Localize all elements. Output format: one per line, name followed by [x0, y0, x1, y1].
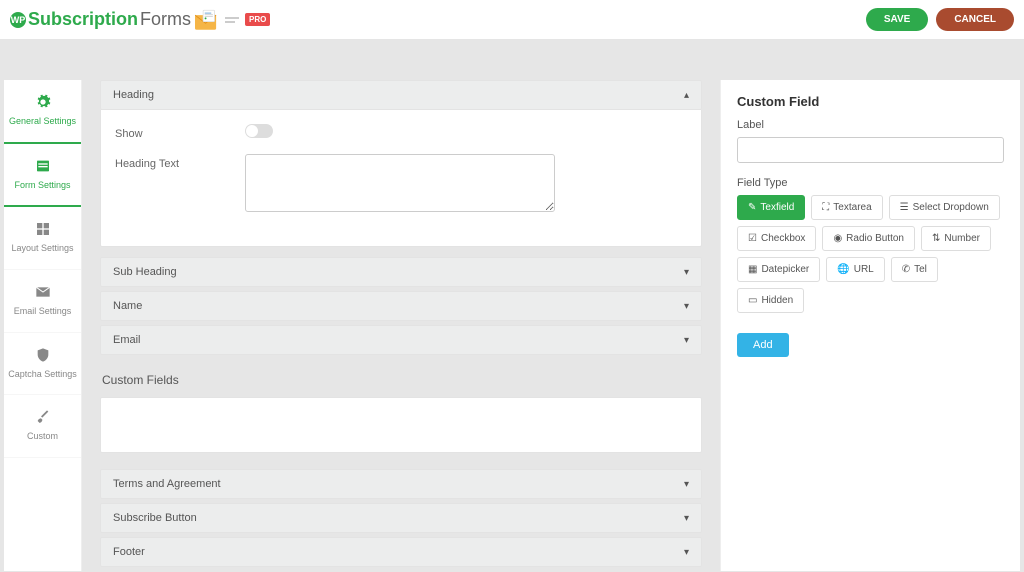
logo-lines-icon: [225, 17, 239, 23]
logo-word-2: Forms: [140, 9, 191, 30]
logo-word-1: Subscription: [28, 9, 138, 30]
field-type-select-dropdown[interactable]: ☰ Select Dropdown: [889, 195, 1000, 220]
chevron-up-icon: ▴: [684, 90, 689, 101]
field-type-label-text: Textarea: [833, 202, 871, 213]
field-type-grid: ✎ Texfield ⛶ Textarea ☰ Select Dropdown ☑ Ch…: [737, 195, 1004, 313]
sidebar-item-email-settings[interactable]: Email Settings: [4, 270, 81, 333]
field-type-textarea[interactable]: ⛶ Textarea: [811, 195, 882, 220]
field-type-label-text: Number: [944, 233, 980, 244]
form-icon: [35, 158, 51, 174]
field-type-checkbox[interactable]: ☑ Checkbox: [737, 226, 816, 251]
sidebar-item-custom[interactable]: Custom: [4, 395, 81, 458]
save-button[interactable]: SAVE: [866, 8, 929, 31]
accordion-title: Footer: [113, 546, 145, 558]
layout-icon: [35, 221, 51, 237]
custom-fields-dropzone[interactable]: [100, 397, 702, 453]
header-actions: SAVE CANCEL: [866, 8, 1014, 31]
sidebar-item-general-settings[interactable]: General Settings: [4, 80, 81, 144]
accordion-title: Email: [113, 334, 141, 346]
email-icon: [35, 284, 51, 300]
row-show: Show: [115, 124, 687, 140]
sidebar-item-captcha-settings[interactable]: Captcha Settings: [4, 333, 81, 396]
sidebar: General Settings Form Settings Layout Se…: [4, 80, 82, 571]
field-type-datepicker[interactable]: ▦ Datepicker: [737, 257, 820, 282]
envelope-icon: [195, 9, 221, 31]
custom-fields-title: Custom Fields: [102, 373, 702, 387]
globe-icon: 🌐: [837, 264, 849, 275]
accordion-title: Terms and Agreement: [113, 478, 221, 490]
content: General Settings Form Settings Layout Se…: [0, 60, 1024, 571]
field-type-hidden[interactable]: ▭ Hidden: [737, 288, 804, 313]
field-type-textfield[interactable]: ✎ Texfield: [737, 195, 805, 220]
sidebar-item-label: Captcha Settings: [8, 369, 77, 381]
sidebar-item-label: Form Settings: [14, 180, 70, 192]
accordion-footer[interactable]: Footer ▾: [100, 537, 702, 567]
show-label: Show: [115, 124, 245, 140]
row-heading-text: Heading Text: [115, 154, 687, 212]
sidebar-item-form-settings[interactable]: Form Settings: [4, 144, 81, 208]
accordion-subscribe-button[interactable]: Subscribe Button ▾: [100, 503, 702, 533]
field-type-label-text: Texfield: [760, 202, 794, 213]
sidebar-item-label: Custom: [27, 431, 58, 443]
pro-badge: PRO: [245, 13, 270, 26]
heading-text-label: Heading Text: [115, 154, 245, 170]
right-panel: Custom Field Label Field Type ✎ Texfield …: [720, 80, 1020, 571]
brush-icon: [35, 409, 51, 425]
sidebar-item-layout-settings[interactable]: Layout Settings: [4, 207, 81, 270]
add-button[interactable]: Add: [737, 333, 789, 357]
field-type-label-text: Select Dropdown: [913, 202, 989, 213]
field-type-label-text: URL: [854, 264, 874, 275]
accordion-email[interactable]: Email ▾: [100, 325, 702, 355]
chevron-down-icon: ▾: [684, 547, 689, 558]
accordion-heading-body: Show Heading Text: [100, 110, 702, 247]
accordion-title: Name: [113, 300, 142, 312]
chevron-down-icon: ▾: [684, 513, 689, 524]
field-type-number[interactable]: ⇅ Number: [921, 226, 991, 251]
checkbox-icon: ☑: [748, 233, 757, 244]
field-type-label-text: Tel: [914, 264, 927, 275]
accordion-sub-heading[interactable]: Sub Heading ▾: [100, 257, 702, 287]
expand-icon: ⛶: [822, 202, 829, 213]
accordion-title: Sub Heading: [113, 266, 177, 278]
field-type-tel[interactable]: ✆ Tel: [891, 257, 938, 282]
chevron-down-icon: ▾: [684, 301, 689, 312]
calendar-icon: ▦: [748, 264, 757, 275]
wp-badge-icon: WP: [10, 12, 26, 28]
heading-text-textarea[interactable]: [245, 154, 555, 212]
accordion-title: Subscribe Button: [113, 512, 197, 524]
label-label: Label: [737, 119, 1004, 131]
field-type-label-text: Hidden: [761, 295, 793, 306]
chevron-down-icon: ▾: [684, 267, 689, 278]
accordion-name[interactable]: Name ▾: [100, 291, 702, 321]
dropdown-icon: ☰: [900, 202, 909, 213]
radio-icon: ◉: [833, 233, 842, 244]
field-type-url[interactable]: 🌐 URL: [826, 257, 884, 282]
gear-icon: [35, 94, 51, 110]
field-type-label: Field Type: [737, 177, 1004, 189]
number-icon: ⇅: [932, 233, 940, 244]
cancel-button[interactable]: CANCEL: [936, 8, 1014, 31]
phone-icon: ✆: [902, 264, 910, 275]
accordion-terms[interactable]: Terms and Agreement ▾: [100, 469, 702, 499]
field-type-label-text: Datepicker: [761, 264, 809, 275]
main-column: Heading ▴ Show Heading Text Sub Heading …: [100, 80, 702, 571]
field-type-label-text: Radio Button: [846, 233, 904, 244]
label-input[interactable]: [737, 137, 1004, 163]
custom-field-title: Custom Field: [737, 94, 1004, 109]
field-type-label-text: Checkbox: [761, 233, 805, 244]
accordion-heading[interactable]: Heading ▴: [100, 80, 702, 110]
header: WP Subscription Forms PRO SAVE CANCEL: [0, 0, 1024, 40]
sidebar-item-label: General Settings: [9, 116, 76, 128]
field-type-radio-button[interactable]: ◉ Radio Button: [822, 226, 915, 251]
hidden-icon: ▭: [748, 295, 757, 306]
sidebar-item-label: Email Settings: [14, 306, 72, 318]
show-toggle[interactable]: [245, 124, 273, 138]
accordion-title: Heading: [113, 89, 154, 101]
shield-icon: [35, 347, 51, 363]
chevron-down-icon: ▾: [684, 335, 689, 346]
sidebar-item-label: Layout Settings: [11, 243, 73, 255]
edit-icon: ✎: [748, 202, 756, 213]
chevron-down-icon: ▾: [684, 479, 689, 490]
logo: WP Subscription Forms PRO: [10, 9, 270, 31]
